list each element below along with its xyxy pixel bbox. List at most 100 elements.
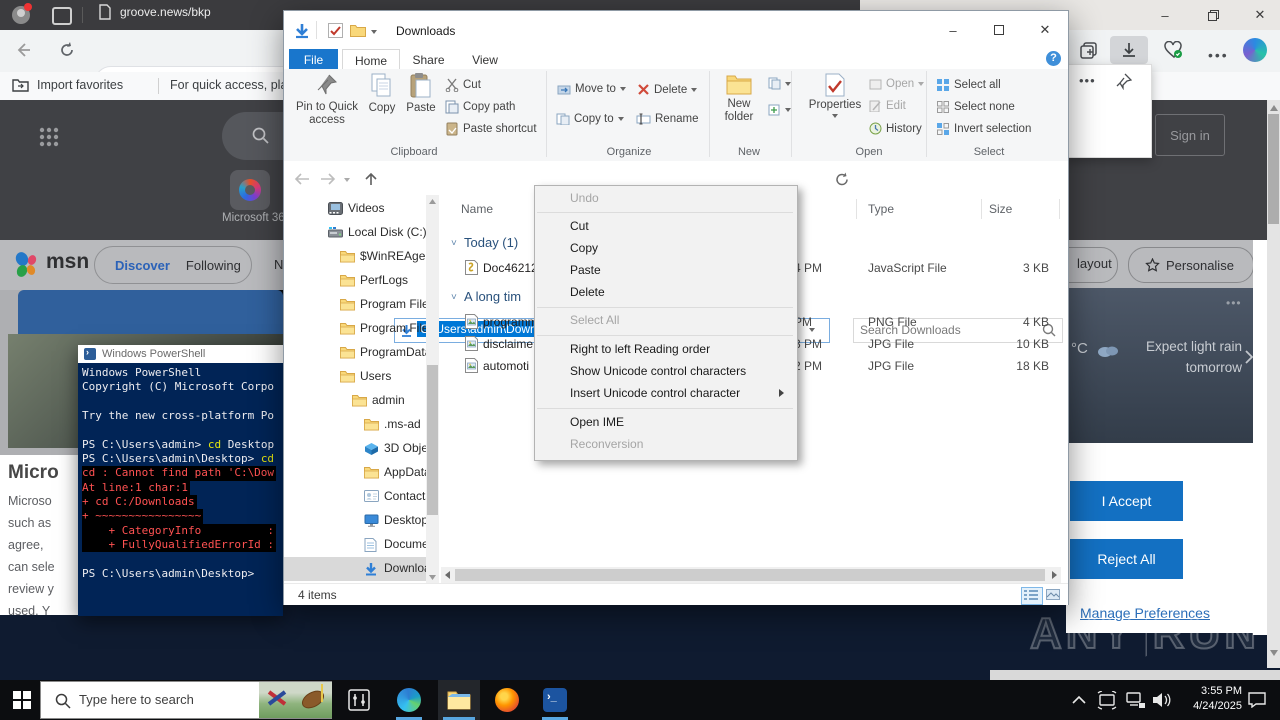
hscroll-left-icon[interactable] — [445, 571, 450, 579]
column-type[interactable]: Type — [868, 202, 894, 216]
powershell-window[interactable]: › Windows PowerShell Windows PowerShell C… — [78, 345, 283, 616]
page-scrollbar[interactable] — [1267, 100, 1280, 668]
column-size[interactable]: Size — [989, 202, 1012, 216]
downloads-button-active[interactable] — [1110, 36, 1148, 64]
rename-button[interactable]: Rename — [636, 113, 698, 125]
weather-card[interactable]: ••• °C Expect light rain tomorrow — [1069, 288, 1255, 446]
paste-button[interactable]: Paste — [402, 73, 440, 115]
weather-more-icon[interactable]: ••• — [1226, 296, 1242, 310]
group-chevron-icon[interactable]: ˅ — [451, 238, 457, 249]
powershell-titlebar[interactable]: › Windows PowerShell — [78, 345, 283, 363]
sidebar-item--ms-ad[interactable]: .ms-ad — [284, 413, 426, 437]
nav-back-icon[interactable] — [294, 173, 310, 185]
menu-item-open-ime[interactable]: Open IME — [535, 411, 795, 433]
sign-in-button[interactable]: Sign in — [1155, 114, 1225, 156]
tab-home[interactable]: Home — [342, 49, 400, 71]
task-view-icon[interactable] — [348, 689, 372, 713]
accept-button[interactable]: I Accept — [1070, 481, 1183, 521]
microsoft365-tile[interactable] — [230, 170, 270, 210]
sidebar-item-admin[interactable]: admin — [284, 389, 426, 413]
menu-item-delete[interactable]: Delete — [535, 281, 795, 303]
profile-avatar[interactable] — [12, 3, 32, 24]
action-center-icon[interactable] — [1248, 692, 1266, 708]
tray-volume-icon[interactable] — [1152, 691, 1172, 709]
hscroll-thumb[interactable] — [455, 569, 1045, 581]
tab-view[interactable]: View — [459, 49, 511, 70]
copilot-icon[interactable] — [1243, 38, 1267, 62]
sidebar-item-appdata[interactable]: AppData — [284, 461, 426, 485]
collections-icon[interactable] — [1080, 42, 1098, 60]
qat-newfolder-icon[interactable] — [350, 24, 366, 37]
select-all-button[interactable]: Select all — [936, 78, 1001, 92]
personalise-button[interactable]: Personalise — [1128, 247, 1254, 283]
refresh-icon[interactable] — [58, 41, 76, 59]
scroll-down-icon[interactable] — [1270, 650, 1278, 656]
tray-network-icon[interactable] — [1126, 692, 1146, 709]
edge-taskbar-icon[interactable] — [397, 688, 421, 712]
tab-share[interactable]: Share — [401, 49, 456, 70]
news-widget-image[interactable] — [259, 682, 332, 718]
tray-expand-icon[interactable] — [1072, 695, 1086, 704]
history-button[interactable]: History — [869, 122, 922, 135]
move-to-button[interactable]: Move to — [557, 83, 626, 95]
start-button-icon[interactable] — [13, 691, 31, 709]
details-view-button[interactable] — [1021, 587, 1043, 605]
browser-menu-icon[interactable]: ••• — [1208, 47, 1229, 63]
sidebar-item-contacts[interactable]: Contacts — [284, 485, 426, 509]
maximize-button[interactable] — [984, 19, 1014, 41]
menu-item-insert-unicode-control-character[interactable]: Insert Unicode control character — [535, 382, 795, 404]
browser-essentials-icon[interactable] — [1164, 41, 1184, 59]
refresh-address-icon[interactable] — [835, 172, 850, 187]
menu-item-copy[interactable]: Copy — [535, 237, 795, 259]
flyout-more-icon[interactable]: ••• — [1079, 73, 1096, 88]
menu-item-show-unicode-control-characters[interactable]: Show Unicode control characters — [535, 360, 795, 382]
hscroll-right-icon[interactable] — [1052, 571, 1057, 579]
easy-access-button[interactable] — [768, 103, 791, 116]
browser-tab[interactable]: groove.news/bkp — [98, 4, 211, 20]
nav-forward-icon[interactable] — [320, 173, 336, 185]
powershell-taskbar-icon[interactable]: ›_ — [543, 688, 567, 712]
nav-history-caret-icon[interactable] — [344, 178, 350, 182]
sidebar-item-desktop[interactable]: Desktop — [284, 509, 426, 533]
qat-caret-icon[interactable] — [371, 30, 377, 34]
delete-button[interactable]: Delete — [637, 83, 698, 96]
scroll-up-icon[interactable] — [1270, 105, 1278, 111]
menu-item-cut[interactable]: Cut — [535, 215, 795, 237]
back-icon[interactable] — [14, 41, 32, 59]
minimize-button[interactable]: – — [938, 19, 968, 41]
new-item-button[interactable] — [768, 77, 791, 90]
nav-discover[interactable]: Discover — [115, 258, 170, 273]
sidebar-item-programdata[interactable]: ProgramData — [284, 341, 426, 365]
taskbar-search[interactable]: Type here to search — [40, 681, 332, 719]
tree-scroll-up-icon[interactable] — [429, 199, 436, 204]
new-folder-button[interactable]: New folder — [714, 73, 764, 124]
thumbnail-view-button[interactable] — [1044, 587, 1064, 603]
sidebar-item-perflogs[interactable]: PerfLogs — [284, 269, 426, 293]
sidebar-item-users[interactable]: Users — [284, 365, 426, 389]
browser-close-button[interactable]: ✕ — [1245, 4, 1275, 26]
tree-scrollbar-thumb[interactable] — [427, 365, 438, 515]
browser-restore-button[interactable] — [1198, 4, 1228, 26]
weather-chevron-icon[interactable] — [1245, 350, 1253, 364]
reject-button[interactable]: Reject All — [1070, 539, 1183, 579]
browser-minimize-button[interactable]: – — [1150, 4, 1180, 26]
cut-button[interactable]: Cut — [445, 78, 481, 92]
menu-item-paste[interactable]: Paste — [535, 259, 795, 281]
qat-properties-icon[interactable] — [328, 23, 343, 38]
sidebar-item-downloads[interactable]: Downloads — [284, 557, 426, 581]
tree-scrollbar[interactable] — [426, 195, 439, 585]
sidebar-item-program-files[interactable]: Program Files — [284, 317, 426, 341]
workspaces-icon[interactable] — [52, 7, 72, 25]
copy-path-button[interactable]: Copy path — [445, 100, 515, 114]
pin-quick-access-button[interactable]: Pin to Quick access — [296, 73, 358, 127]
explorer-taskbar-button-active[interactable] — [438, 680, 480, 720]
tray-clock[interactable]: 3:55 PM 4/24/2025 — [1178, 684, 1242, 714]
select-none-button[interactable]: Select none — [936, 100, 1015, 114]
invert-selection-button[interactable]: Invert selection — [936, 122, 1031, 136]
nav-up-icon[interactable] — [364, 172, 378, 186]
help-icon[interactable]: ? — [1046, 51, 1061, 66]
menu-item-right-to-left-reading-order[interactable]: Right to left Reading order — [535, 338, 795, 360]
properties-button[interactable]: Properties — [806, 73, 864, 118]
nav-news-fragment[interactable]: N — [274, 257, 283, 272]
column-name[interactable]: Name — [461, 202, 493, 216]
